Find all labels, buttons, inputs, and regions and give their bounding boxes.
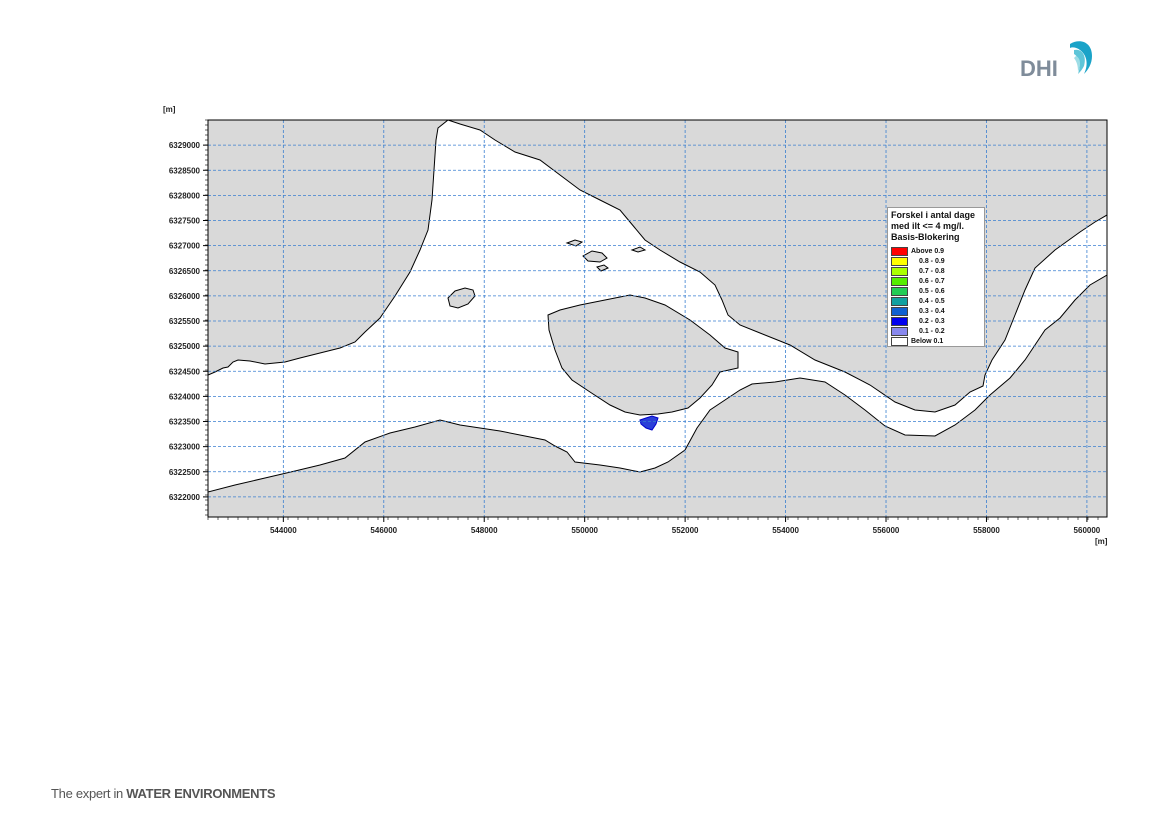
legend-swatch xyxy=(891,276,908,286)
y-tick-label: 6328000 xyxy=(169,191,201,200)
y-tick-label: 6326500 xyxy=(169,267,201,276)
y-axis-unit: [m] xyxy=(163,105,176,114)
footer-tagline: The expert in WATER ENVIRONMENTS xyxy=(51,786,276,801)
tagline-prefix: The expert in xyxy=(51,786,127,801)
legend-item: Below 0.1 xyxy=(891,337,981,347)
legend-swatch xyxy=(891,266,908,276)
y-tick-label: 6327500 xyxy=(169,217,201,226)
y-tick-label: 6327000 xyxy=(169,242,201,251)
legend-label: 0.5 - 0.6 xyxy=(919,287,945,295)
legend-item: 0.1 - 0.2 xyxy=(891,327,981,337)
x-axis-unit: [m] xyxy=(1095,537,1108,546)
legend-item: 0.5 - 0.6 xyxy=(891,286,981,296)
y-tick-label: 6329000 xyxy=(169,141,201,150)
y-tick-label: 6323500 xyxy=(169,418,201,427)
x-tick-label: 560000 xyxy=(1074,526,1101,535)
legend-item: 0.7 - 0.8 xyxy=(891,266,981,276)
x-tick-label: 552000 xyxy=(672,526,699,535)
legend-swatch xyxy=(891,317,908,327)
map-plot: 544000 546000 548000 550000 552000 554000 5560… xyxy=(163,105,1108,546)
legend-swatch xyxy=(891,307,908,317)
legend-label: 0.1 - 0.2 xyxy=(919,328,945,336)
y-tick-label: 6322000 xyxy=(169,493,201,502)
legend-label: 0.6 - 0.7 xyxy=(919,277,945,285)
y-tick-label: 6325000 xyxy=(169,342,201,351)
legend-label: 0.4 - 0.5 xyxy=(919,298,945,306)
legend-swatch xyxy=(891,286,908,296)
y-tick-label: 6324500 xyxy=(169,367,201,376)
x-tick-label: 556000 xyxy=(873,526,900,535)
legend-title: Forskel i antal dage med ilt <= 4 mg/l. … xyxy=(891,210,976,242)
legend-swatch xyxy=(891,337,908,347)
x-tick-label: 554000 xyxy=(772,526,799,535)
legend-item: 0.4 - 0.5 xyxy=(891,296,981,307)
y-tick-label: 6322500 xyxy=(169,468,201,477)
x-tick-label: 546000 xyxy=(370,526,397,535)
legend-label: 0.2 - 0.3 xyxy=(919,318,945,326)
legend-item: 0.2 - 0.3 xyxy=(891,317,981,327)
y-tick-label: 6328500 xyxy=(169,166,201,175)
y-tick-label: 6323000 xyxy=(169,443,201,452)
legend-label: Below 0.1 xyxy=(911,338,944,346)
legend-swatch xyxy=(891,246,908,256)
legend-item: Above 0.9 xyxy=(891,246,981,256)
x-tick-label: 550000 xyxy=(571,526,598,535)
legend-swatch xyxy=(891,256,908,266)
legend-swatch xyxy=(891,297,908,307)
legend-item: 0.6 - 0.7 xyxy=(891,276,981,286)
x-tick-label: 544000 xyxy=(270,526,297,535)
x-tick-label: 558000 xyxy=(973,526,1000,535)
legend-items: Above 0.9 0.8 - 0.9 0.7 - 0.8 0.6 - 0.7 0.5 … xyxy=(891,246,981,347)
y-tick-label: 6324000 xyxy=(169,392,201,401)
y-tick-label: 6326000 xyxy=(169,292,201,301)
legend-label: 0.8 - 0.9 xyxy=(919,257,945,265)
y-tick-label: 6325500 xyxy=(169,317,201,326)
x-tick-label: 548000 xyxy=(471,526,498,535)
legend-label: 0.3 - 0.4 xyxy=(919,308,945,316)
map-legend: Forskel i antal dage med ilt <= 4 mg/l. … xyxy=(887,207,985,347)
tagline-bold: WATER ENVIRONMENTS xyxy=(126,786,276,801)
legend-item: 0.3 - 0.4 xyxy=(891,307,981,317)
legend-label: Above 0.9 xyxy=(911,247,945,255)
legend-item: 0.8 - 0.9 xyxy=(891,256,981,266)
legend-label: 0.7 - 0.8 xyxy=(919,267,945,275)
legend-swatch xyxy=(891,327,908,337)
